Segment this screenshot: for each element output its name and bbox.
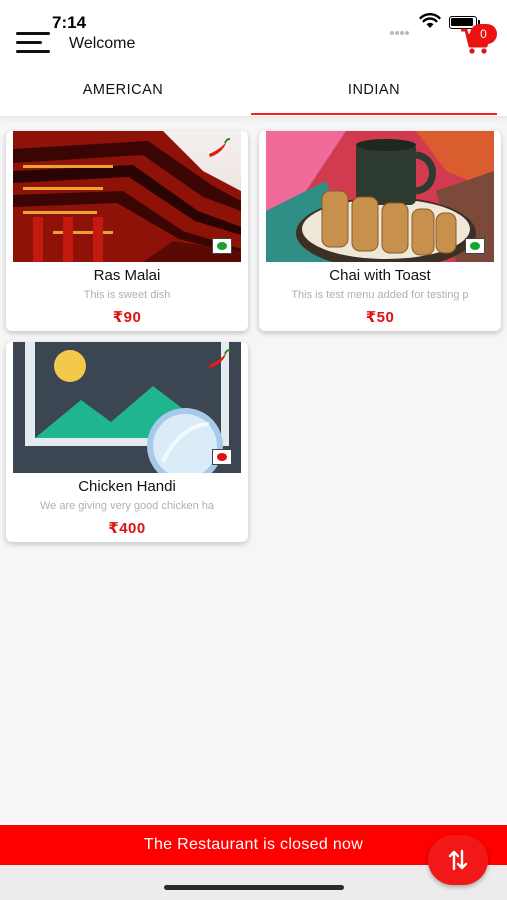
signal-icon: [390, 22, 412, 35]
item-name: Chai with Toast: [329, 267, 431, 284]
hamburger-menu-icon[interactable]: [16, 32, 52, 54]
item-description: We are giving very good chicken ha: [39, 500, 215, 512]
welcome-text: Welcome: [69, 35, 136, 52]
tab-indian[interactable]: INDIAN: [251, 72, 497, 116]
item-image: [13, 131, 241, 262]
sort-arrows-icon: [448, 849, 468, 871]
status-bar: 7:14: [0, 0, 507, 35]
cart-count-badge: 0: [470, 24, 497, 44]
tab-american[interactable]: AMERICAN: [0, 72, 246, 116]
item-description: This is test menu added for testing p: [291, 289, 469, 301]
spicy-chili-icon: [209, 138, 231, 157]
tabs-divider: [0, 116, 507, 123]
menu-item-card[interactable]: Chicken Handi We are giving very good ch…: [6, 342, 248, 542]
item-placeholder-image: [13, 342, 241, 473]
item-image: [266, 131, 494, 262]
item-name: Chicken Handi: [78, 478, 176, 495]
item-price: ₹400: [108, 520, 146, 537]
non-veg-indicator-icon: [212, 449, 232, 465]
item-price: ₹90: [112, 309, 142, 326]
home-indicator: [164, 885, 344, 890]
item-description: This is sweet dish: [83, 289, 171, 301]
cuisine-tabs: AMERICAN INDIAN: [0, 72, 507, 116]
menu-grid: Ras Malai This is sweet dish ₹90 Chai wi…: [0, 123, 507, 823]
status-time: 7:14: [52, 13, 87, 32]
spicy-chili-icon: [209, 349, 231, 368]
sort-button[interactable]: [428, 835, 488, 885]
menu-item-card[interactable]: Ras Malai This is sweet dish ₹90: [6, 131, 248, 331]
menu-item-card[interactable]: Chai with Toast This is test menu added …: [259, 131, 501, 331]
veg-indicator-icon: [465, 238, 485, 254]
wifi-icon: [419, 13, 441, 28]
item-name: Ras Malai: [93, 267, 161, 284]
veg-indicator-icon: [212, 238, 232, 254]
item-price: ₹50: [365, 309, 395, 326]
